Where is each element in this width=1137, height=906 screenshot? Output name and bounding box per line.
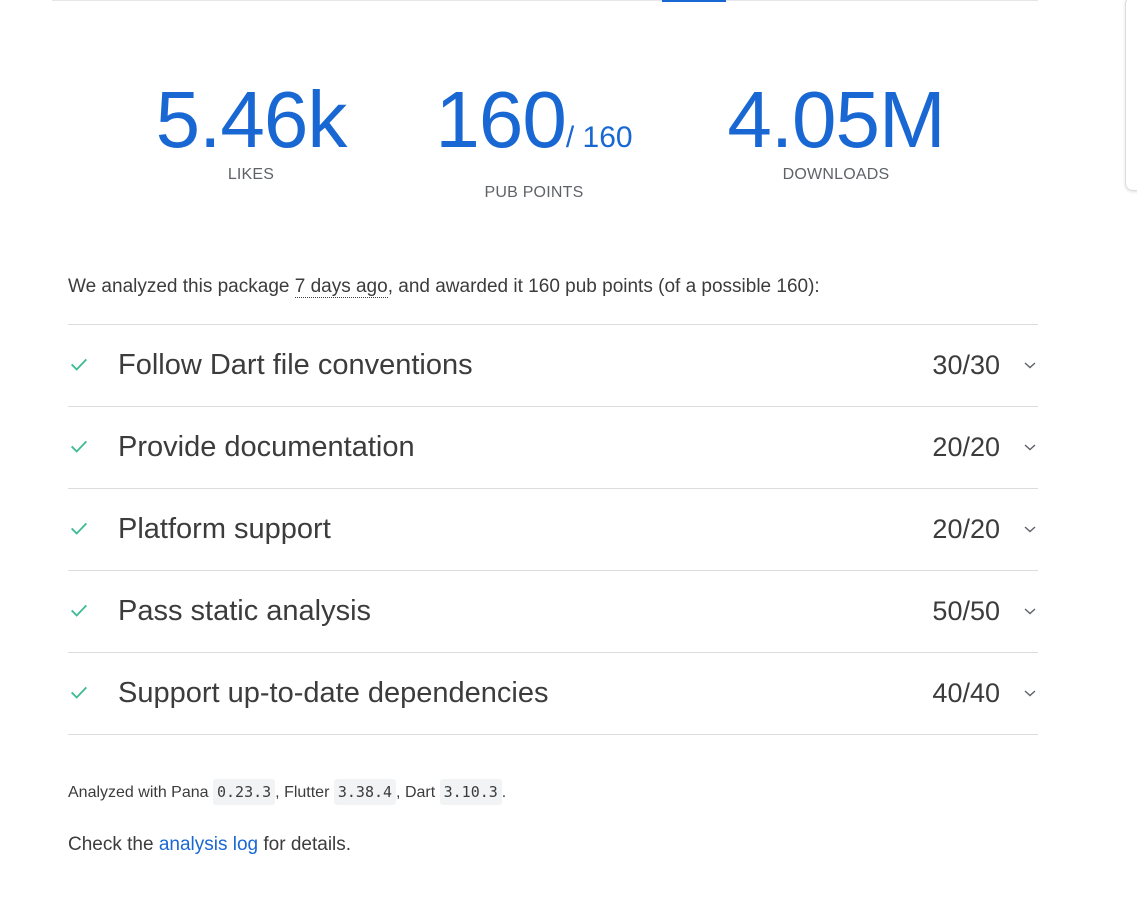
- active-tab-indicator: [662, 0, 726, 2]
- summary-suffix: , and awarded it 160 pub points (of a po…: [387, 276, 820, 297]
- pub-points-max: / 160: [565, 121, 633, 154]
- section-score: 20/20: [932, 514, 1000, 544]
- section-score: 40/40: [932, 678, 1000, 708]
- section-title: Platform support: [118, 513, 331, 545]
- section-title: Follow Dart file conventions: [118, 349, 473, 381]
- likes-label: LIKES: [227, 166, 275, 183]
- pub-points-value-wrap: 160/ 160: [424, 78, 644, 180]
- dart-version: 3.10.3: [439, 779, 502, 805]
- pub-points-stat: 160/ 160 PUB POINTS: [424, 78, 644, 202]
- downloads-label: DOWNLOADS: [782, 166, 890, 183]
- chevron-down-icon[interactable]: [1022, 521, 1038, 537]
- details-prefix: Check the: [68, 834, 159, 855]
- package-scores-page: 5.46k LIKES 160/ 160 PUB POINTS 4.05M DO…: [0, 0, 1137, 906]
- chevron-down-icon[interactable]: [1022, 603, 1038, 619]
- section-row-documentation[interactable]: Provide documentation 20/20: [68, 407, 1038, 489]
- section-score: 30/30: [932, 350, 1000, 380]
- analysis-versions: Analyzed with Pana 0.23.3, Flutter 3.38.…: [68, 779, 507, 805]
- analysis-summary: We analyzed this package 7 days ago, and…: [68, 276, 820, 298]
- downloads-value: 4.05M: [727, 75, 945, 164]
- section-row-dependencies[interactable]: Support up-to-date dependencies 40/40: [68, 653, 1038, 735]
- dart-label: , Dart: [396, 784, 440, 801]
- score-sections: Follow Dart file conventions 30/30 Provi…: [68, 324, 1038, 735]
- section-title: Provide documentation: [118, 431, 415, 463]
- summary-prefix: We analyzed this package: [68, 276, 295, 297]
- section-row-platform-support[interactable]: Platform support 20/20: [68, 489, 1038, 571]
- versions-end: .: [501, 784, 507, 801]
- check-icon: [71, 440, 87, 453]
- check-icon: [71, 358, 87, 371]
- top-divider: [52, 0, 1038, 1]
- pub-points-value: 160: [435, 75, 566, 164]
- analysis-log-link[interactable]: analysis log: [159, 834, 258, 855]
- likes-value: 5.46k: [155, 75, 348, 164]
- section-title: Support up-to-date dependencies: [118, 677, 549, 709]
- downloads-stat: 4.05M DOWNLOADS: [712, 78, 960, 184]
- section-score: 20/20: [932, 432, 1000, 462]
- chevron-down-icon[interactable]: [1022, 439, 1038, 455]
- details-suffix: for details.: [258, 834, 352, 855]
- side-panel[interactable]: [1125, 0, 1137, 191]
- flutter-version: 3.38.4: [333, 779, 397, 805]
- section-score: 50/50: [932, 596, 1000, 626]
- check-icon: [71, 604, 87, 617]
- analysis-details: Check the analysis log for details.: [68, 834, 351, 856]
- analysis-age[interactable]: 7 days ago: [294, 276, 388, 298]
- check-icon: [71, 686, 87, 699]
- check-icon: [71, 522, 87, 535]
- pub-points-label: PUB POINTS: [484, 184, 584, 201]
- pana-version: 0.23.3: [212, 779, 276, 805]
- likes-stat: 5.46k LIKES: [146, 78, 356, 184]
- flutter-label: , Flutter: [275, 784, 334, 801]
- chevron-down-icon[interactable]: [1022, 357, 1038, 373]
- section-row-file-conventions[interactable]: Follow Dart file conventions 30/30: [68, 325, 1038, 407]
- chevron-down-icon[interactable]: [1022, 685, 1038, 701]
- versions-prefix: Analyzed with Pana: [68, 784, 213, 801]
- section-row-static-analysis[interactable]: Pass static analysis 50/50: [68, 571, 1038, 653]
- section-title: Pass static analysis: [118, 595, 372, 627]
